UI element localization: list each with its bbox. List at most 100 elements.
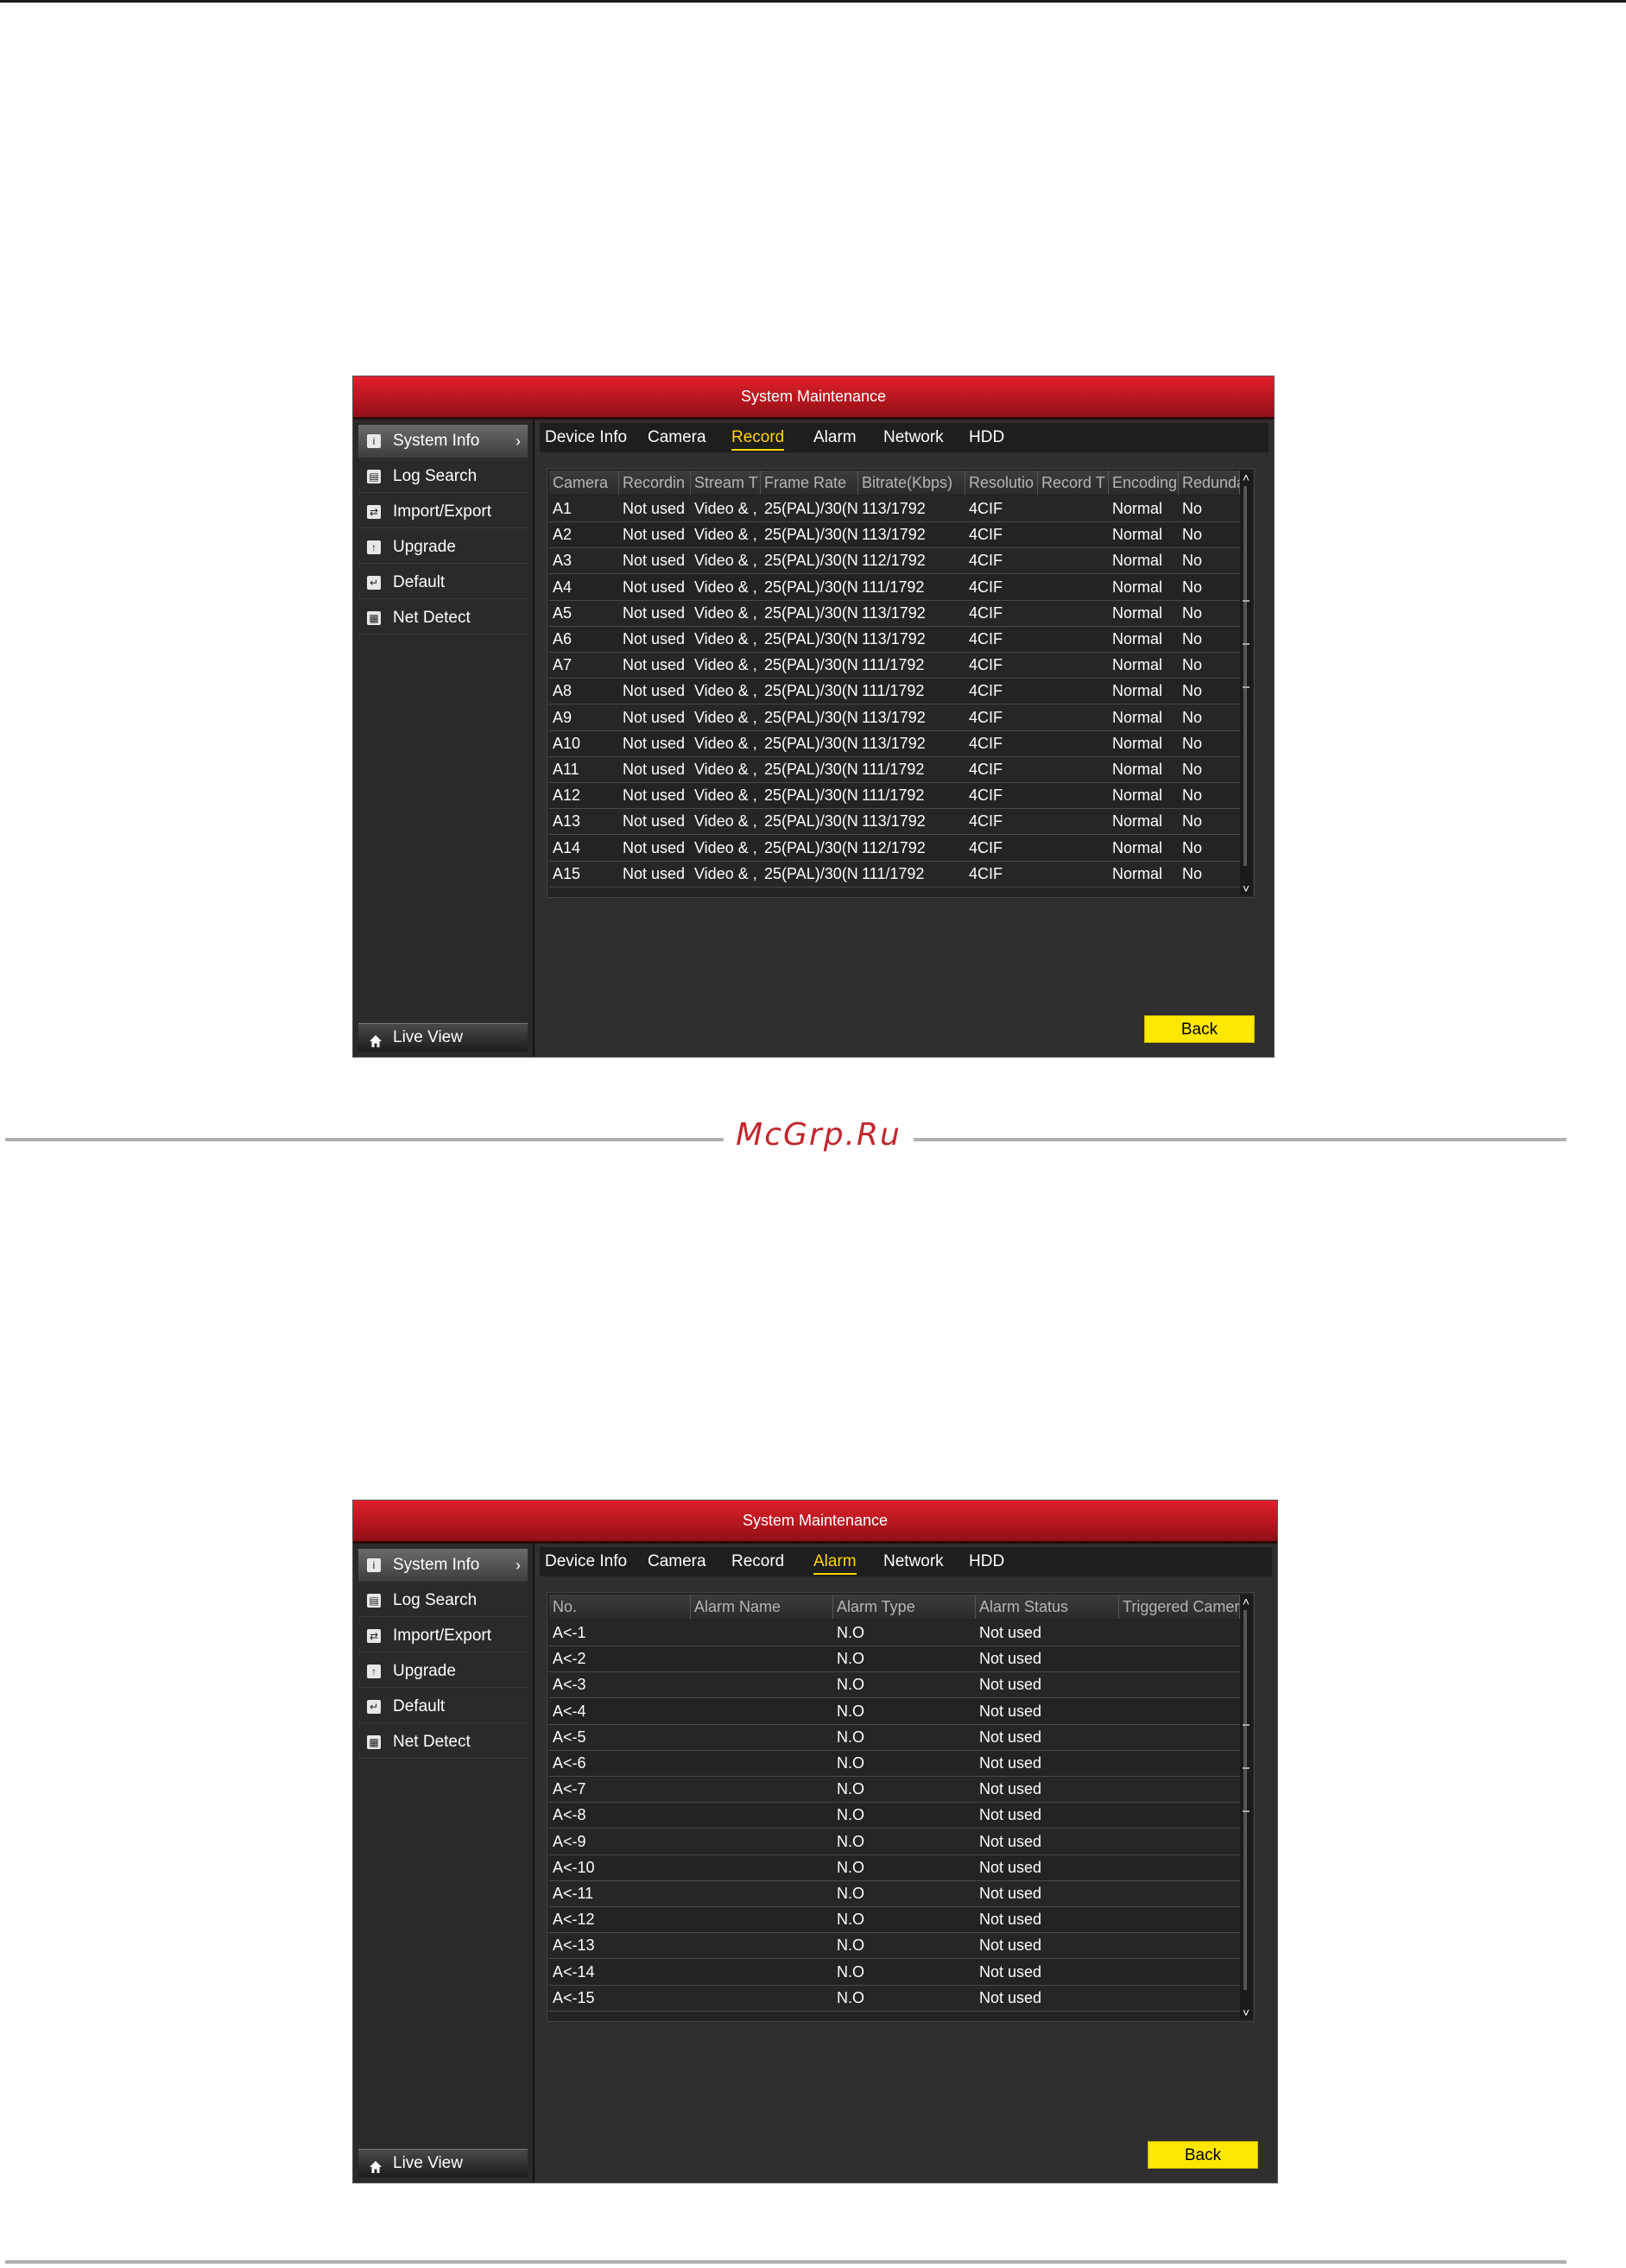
tab-camera[interactable]: Camera: [648, 1551, 706, 1573]
column-header[interactable]: Triggered Camera: [1119, 1595, 1240, 1619]
sidebar-item-upgrade[interactable]: ↑ Upgrade: [358, 1655, 528, 1688]
table-row[interactable]: A<-3 N.O Not used: [549, 1672, 1243, 1699]
table-cell: Video & ,: [694, 603, 757, 622]
table-row[interactable]: A2 Not used Video & , 25(PAL)/30(N 113/1792 4…: [549, 522, 1243, 549]
tab-hdd[interactable]: HDD: [969, 1551, 1004, 1573]
column-header[interactable]: Stream T: [691, 471, 761, 495]
column-header[interactable]: Redunda: [1179, 471, 1240, 495]
table-row[interactable]: A<-2 N.O Not used: [549, 1646, 1243, 1673]
sidebar-item-net-detect[interactable]: ▦ Net Detect: [358, 602, 528, 635]
table-cell: A2: [553, 526, 573, 544]
tab-network[interactable]: Network: [883, 426, 944, 449]
table-row[interactable]: A7 Not used Video & , 25(PAL)/30(N 111/1792 4…: [549, 653, 1243, 679]
table-cell: [691, 1646, 833, 1671]
table-cell: N.O: [837, 1624, 865, 1641]
column-header[interactable]: Bitrate(Kbps): [858, 471, 965, 495]
tab-hdd[interactable]: HDD: [969, 426, 1004, 449]
table-row[interactable]: A<-9 N.O Not used: [549, 1829, 1243, 1855]
column-header[interactable]: Recordin: [619, 471, 691, 495]
back-button[interactable]: Back: [1144, 1015, 1255, 1043]
sidebar-item-import-export[interactable]: ⇄ Import/Export: [358, 496, 528, 528]
column-header[interactable]: Resolutio: [965, 471, 1038, 495]
table-row[interactable]: A<-10 N.O Not used: [549, 1855, 1243, 1881]
column-header[interactable]: Frame Rate: [761, 471, 858, 495]
sidebar-item-default[interactable]: ↵ Default: [358, 1690, 528, 1723]
table-row[interactable]: A6 Not used Video & , 25(PAL)/30(N 113/1792 4…: [549, 627, 1243, 653]
table-cell: [691, 1803, 833, 1828]
table-cell: 25(PAL)/30(N: [764, 578, 858, 596]
column-header[interactable]: Camera: [549, 471, 619, 495]
tab-device-info[interactable]: Device Info: [545, 426, 627, 449]
sidebar-item-system-info[interactable]: i System Info ›: [358, 1549, 528, 1582]
table-row[interactable]: A<-4 N.O Not used: [549, 1699, 1243, 1725]
table-row[interactable]: A13 Not used Video & , 25(PAL)/30(N 113/1792…: [549, 809, 1243, 836]
tab-camera[interactable]: Camera: [648, 426, 706, 449]
table-row[interactable]: A10 Not used Video & , 25(PAL)/30(N 113/1792…: [549, 731, 1243, 757]
live-view-button[interactable]: Live View: [358, 1023, 528, 1052]
tab-bar: Device Info Camera Record Alarm Network HDD: [540, 423, 1269, 452]
table-row[interactable]: A14 Not used Video & , 25(PAL)/30(N 112/1792…: [549, 836, 1243, 862]
table-row[interactable]: A<-11 N.O Not used: [549, 1881, 1243, 1907]
scroll-tick: [1243, 1810, 1250, 1812]
table-cell: Not used: [623, 787, 686, 805]
table-cell: A13: [553, 812, 581, 831]
back-button[interactable]: Back: [1148, 2141, 1258, 2169]
table-cell: [1119, 1725, 1240, 1750]
table-cell: Normal: [1112, 603, 1163, 622]
table-row[interactable]: A<-5 N.O Not used: [549, 1724, 1243, 1751]
table-row[interactable]: A1 Not used Video & , 25(PAL)/30(N 113/1792 4…: [549, 496, 1243, 522]
table-row[interactable]: A<-8 N.O Not used: [549, 1803, 1243, 1829]
tab-record[interactable]: Record: [731, 426, 785, 451]
table-row[interactable]: A5 Not used Video & , 25(PAL)/30(N 113/1792 4…: [549, 600, 1243, 627]
column-header[interactable]: Record T: [1038, 471, 1109, 495]
tab-record[interactable]: Record: [731, 1551, 784, 1573]
table-cell: A11: [553, 761, 579, 778]
table-row[interactable]: A15 Not used Video & , 25(PAL)/30(N 111/1792…: [549, 861, 1243, 888]
column-header[interactable]: Alarm Status: [976, 1595, 1119, 1619]
table-cell: A<-1: [553, 1624, 586, 1641]
tab-network[interactable]: Network: [883, 1551, 944, 1573]
sidebar-item-log-search[interactable]: ▤ Log Search: [358, 460, 528, 493]
table-row[interactable]: A8 Not used Video & , 25(PAL)/30(N 111/1792 4…: [549, 679, 1243, 705]
sidebar-item-import-export[interactable]: ⇄ Import/Export: [358, 1620, 528, 1652]
table-cell: [691, 1829, 833, 1854]
table-cell: Video & ,: [694, 682, 757, 700]
table-cell: [1038, 575, 1109, 600]
chevron-up-icon[interactable]: ˄: [1240, 471, 1252, 484]
sidebar-item-log-search[interactable]: ▤ Log Search: [358, 1584, 528, 1617]
sidebar-item-net-detect[interactable]: ▦ Net Detect: [358, 1726, 528, 1759]
chevron-down-icon[interactable]: ˅: [1240, 2006, 1252, 2019]
scroll-thumb[interactable]: [1243, 1610, 1247, 1990]
table-row[interactable]: A<-14 N.O Not used: [549, 1960, 1243, 1986]
column-header[interactable]: Alarm Name: [691, 1595, 833, 1619]
table-row[interactable]: A<-12 N.O Not used: [549, 1907, 1243, 1934]
scrollbar[interactable]: ˄ ˅: [1240, 1595, 1252, 2019]
table-row[interactable]: A12 Not used Video & , 25(PAL)/30(N 111/1792…: [549, 783, 1243, 810]
table-row[interactable]: A3 Not used Video & , 25(PAL)/30(N 112/1792 4…: [549, 548, 1243, 575]
table-row[interactable]: A11 Not used Video & , 25(PAL)/30(N 111/1792…: [549, 757, 1243, 783]
tab-device-info[interactable]: Device Info: [545, 1551, 627, 1573]
table-row[interactable]: A<-13 N.O Not used: [549, 1933, 1243, 1960]
scrollbar[interactable]: ˄ ˅: [1240, 471, 1252, 895]
table-row[interactable]: A<-1 N.O Not used: [549, 1620, 1243, 1646]
table-row[interactable]: A<-6 N.O Not used: [549, 1751, 1243, 1777]
table-cell: 4CIF: [969, 656, 1003, 674]
column-header[interactable]: No.: [549, 1595, 691, 1619]
chevron-down-icon[interactable]: ˅: [1240, 881, 1252, 895]
sidebar-item-default[interactable]: ↵ Default: [358, 566, 528, 599]
tab-alarm[interactable]: Alarm: [813, 426, 857, 449]
table-row[interactable]: A<-15 N.O Not used: [549, 1985, 1243, 2012]
table-row[interactable]: A4 Not used Video & , 25(PAL)/30(N 111/1792 4…: [549, 575, 1243, 601]
table-row[interactable]: A<-7 N.O Not used: [549, 1777, 1243, 1804]
column-header[interactable]: Encoding: [1109, 471, 1179, 495]
live-view-button[interactable]: Live View: [358, 2149, 528, 2177]
tab-alarm[interactable]: Alarm: [813, 1551, 857, 1575]
table-row[interactable]: A9 Not used Video & , 25(PAL)/30(N 113/1792 4…: [549, 704, 1243, 731]
table-cell: A7: [553, 656, 573, 674]
sidebar-item-upgrade[interactable]: ↑ Upgrade: [358, 531, 528, 564]
watermark: McGrp.Ru: [724, 1114, 914, 1157]
scroll-thumb[interactable]: [1243, 486, 1247, 866]
sidebar-item-system-info[interactable]: i System Info ›: [358, 425, 528, 458]
column-header[interactable]: Alarm Type: [833, 1595, 976, 1619]
chevron-up-icon[interactable]: ˄: [1240, 1595, 1252, 1608]
